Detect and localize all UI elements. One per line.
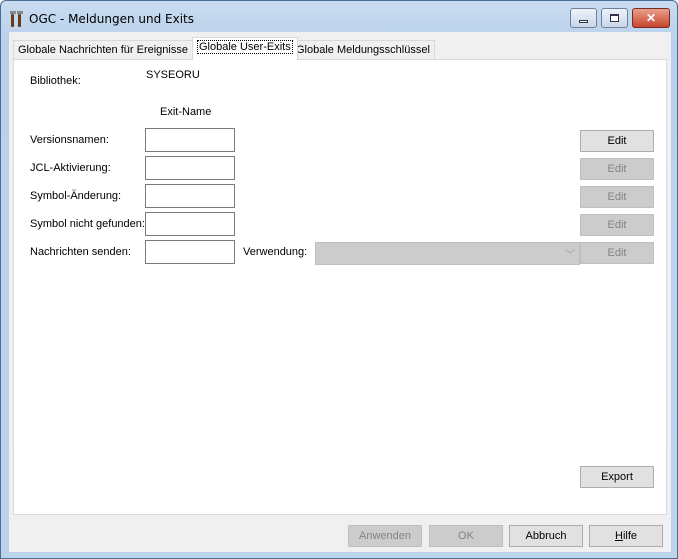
close-button[interactable]: ✕ [632,8,670,28]
edit-symbol-nicht-gefunden-button[interactable]: Edit [580,214,654,236]
nachrichten-senden-input[interactable] [145,240,235,264]
versionsnamen-label: Versionsnamen: [30,134,109,146]
verwendung-label: Verwendung: [243,246,308,258]
symbol-nicht-gefunden-input[interactable] [145,212,235,236]
edit-nachrichten-senden-button[interactable]: Edit [580,242,654,264]
minimize-icon [579,19,588,23]
verwendung-select[interactable]: ﹀ [315,242,580,265]
edit-symbol-aenderung-button[interactable]: Edit [580,186,654,208]
tab-label: Globale Nachrichten für Ereignisse [18,44,188,56]
tab-global-messages[interactable]: Globale Nachrichten für Ereignisse [13,40,193,59]
window: OGC - Meldungen und Exits ✕ Globale Nach… [0,0,678,559]
versionsnamen-input[interactable] [145,128,235,152]
tab-label: Globale Meldungsschlüssel [296,44,430,56]
tab-panel: Bibliothek: SYSEORU Exit-Name Versionsna… [13,59,667,515]
library-value: SYSEORU [146,69,200,81]
tab-global-user-exits[interactable]: Globale User-Exits [192,37,298,60]
dialog-body: Globale Nachrichten für Ereignisse Globa… [9,32,671,552]
minimize-button[interactable] [570,8,597,28]
apply-button[interactable]: Anwenden [348,525,422,547]
jcl-aktivierung-label: JCL-Aktivierung: [30,162,111,174]
close-icon: ✕ [645,11,657,25]
exit-name-header: Exit-Name [160,106,212,118]
nachrichten-senden-label: Nachrichten senden: [30,246,131,258]
export-button[interactable]: Export [580,466,654,488]
tab-label: Globale User-Exits [197,40,293,54]
help-button[interactable]: Hilfe [589,525,663,547]
maximize-button[interactable] [601,8,628,28]
jcl-aktivierung-input[interactable] [145,156,235,180]
library-label: Bibliothek: [30,75,81,87]
symbol-aenderung-input[interactable] [145,184,235,208]
symbol-aenderung-label: Symbol-Änderung: [30,190,122,202]
window-title: OGC - Meldungen und Exits [29,12,195,26]
edit-versionsnamen-button[interactable]: Edit [580,130,654,152]
edit-jcl-aktivierung-button[interactable]: Edit [580,158,654,180]
chevron-down-icon: ﹀ [565,250,575,261]
maximize-icon [610,14,619,22]
ok-button[interactable]: OK [429,525,503,547]
symbol-nicht-gefunden-label: Symbol nicht gefunden: [30,218,145,230]
tab-global-message-keys[interactable]: Globale Meldungsschlüssel [291,40,435,59]
tools-icon [10,11,23,27]
cancel-button[interactable]: Abbruch [509,525,583,547]
